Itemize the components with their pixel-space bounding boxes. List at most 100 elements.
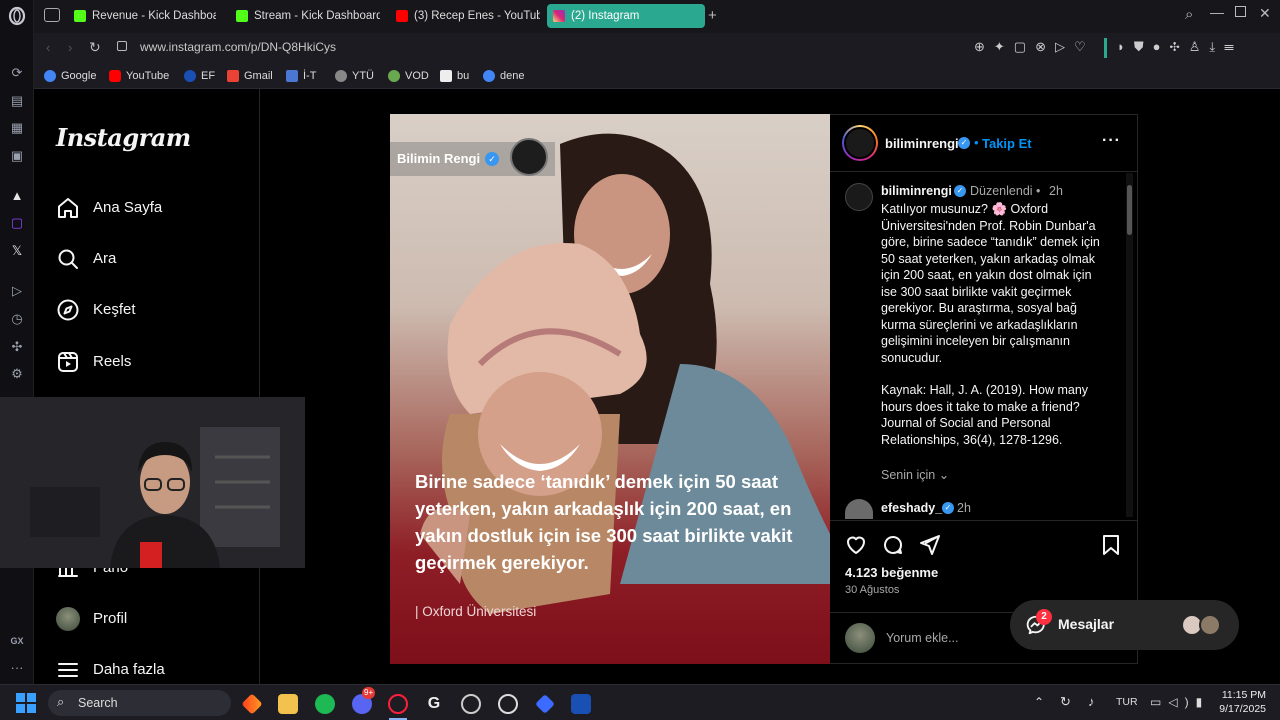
bookmark-google[interactable]: Google [44, 69, 96, 83]
opera-logo-icon[interactable] [7, 6, 27, 26]
x-icon[interactable]: 𝕏 [7, 241, 27, 261]
taskbar-search[interactable]: ⌕ Search [48, 690, 231, 716]
minimize-icon[interactable]: — [1210, 4, 1224, 20]
bookmark-gmail[interactable]: Gmail [227, 69, 273, 83]
extension-icons[interactable]: ◗⛊●✣♙⤓☰ [1117, 39, 1243, 55]
nav-explore[interactable]: Keşfet [56, 295, 136, 325]
scrollbar-thumb[interactable] [1127, 185, 1132, 235]
follow-button[interactable]: Takip Et [982, 136, 1032, 151]
story-ring[interactable] [842, 125, 878, 161]
spotify-icon[interactable] [315, 694, 335, 714]
tab-label: (3) Recep Enes - YouTube [414, 10, 540, 22]
nav-reels[interactable]: Reels [56, 347, 131, 377]
comment-icon[interactable] [881, 533, 905, 557]
share-icon[interactable] [917, 533, 941, 557]
chevron-down-icon: ⌄ [938, 468, 950, 482]
bookmark-youtube[interactable]: YouTube [109, 69, 169, 83]
address-actions[interactable]: ⊕✦▢⊗▷♡ [974, 39, 1095, 55]
comment-input[interactable]: Yorum ekle... [886, 631, 959, 645]
clock-time[interactable]: 11:15 PM [1216, 689, 1266, 701]
history-icon[interactable]: ◷ [7, 309, 27, 329]
more-dots-icon[interactable]: ··· [7, 658, 27, 678]
microphone-icon[interactable]: ♪ [1088, 694, 1095, 709]
player-icon[interactable]: ▷ [7, 281, 27, 301]
tab-instagram[interactable]: (2) Instagram [547, 4, 705, 28]
bookmark-label: YouTube [126, 70, 170, 82]
twitch-icon[interactable]: ▢ [7, 213, 27, 233]
ytu-icon [335, 70, 347, 82]
tab-youtube[interactable]: (3) Recep Enes - YouTube [390, 4, 540, 28]
clock-date[interactable]: 9/17/2025 [1212, 703, 1266, 715]
nav-profile[interactable]: Profil [56, 604, 127, 634]
more-options-icon[interactable]: ··· [1102, 132, 1121, 150]
bookmark-ytu[interactable]: YTÜ [335, 69, 374, 83]
messenger-icon[interactable]: ▣ [7, 146, 27, 166]
instagram-sidebar: Instagram Ana Sayfa Ara Keşfet Reels Pan… [34, 89, 260, 684]
for-you-toggle[interactable]: Senin için ⌄ [881, 467, 949, 482]
forward-icon[interactable]: › [68, 40, 72, 55]
verified-icon: ✓ [485, 152, 499, 166]
nav-label: Keşfet [93, 301, 136, 318]
divider [830, 171, 1138, 172]
maximize-icon[interactable] [1235, 6, 1246, 17]
tray-chevron-icon[interactable]: ⌃ [1034, 695, 1044, 709]
audio-app-icon[interactable] [571, 694, 591, 714]
nav-more[interactable]: Daha fazla [56, 655, 165, 685]
gx-icon[interactable]: GX [7, 631, 27, 651]
tab-label: Revenue - Kick Dashboard [92, 10, 216, 22]
reload-icon[interactable]: ↻ [89, 39, 101, 56]
close-window-icon[interactable]: ✕ [1259, 5, 1271, 22]
likes-count[interactable]: 4.123 beğenme [845, 565, 938, 580]
nav-label: Ana Sayfa [93, 199, 163, 216]
bookmark-bu[interactable]: bu [440, 69, 469, 83]
bookmark-dene[interactable]: dene [483, 69, 524, 83]
back-icon[interactable]: ‹ [46, 40, 50, 55]
tab-stream[interactable]: Stream - Kick Dashboard [230, 4, 380, 28]
bookmark-it[interactable]: İ-T [286, 69, 316, 83]
scrollbar[interactable] [1126, 173, 1133, 517]
network-volume-battery[interactable]: ▭◁)▮ [1150, 695, 1209, 709]
opera-gx-icon[interactable] [388, 694, 408, 714]
header-username[interactable]: biliminrengi [885, 136, 959, 151]
caption-avatar[interactable] [845, 183, 873, 211]
g-hub-icon[interactable]: G [424, 694, 444, 714]
bookmark-label: YTÜ [352, 70, 374, 82]
workspace-icon[interactable]: ▦ [7, 118, 27, 138]
url-field[interactable]: www.instagram.com/p/DN-Q8HkiCys [140, 40, 336, 54]
language-indicator[interactable]: TUR [1116, 696, 1138, 708]
verified-icon: ✓ [942, 502, 954, 514]
update-icon[interactable]: ↻ [1060, 694, 1071, 710]
like-icon[interactable] [844, 533, 868, 557]
post-image[interactable]: Bilimin Rengi ✓ Birine sadece ‘tanıdık’ … [390, 114, 830, 664]
extensions-icon[interactable]: ✣ [7, 337, 27, 357]
search-label: Search [78, 696, 118, 710]
save-icon[interactable] [1099, 533, 1123, 557]
instagram-logo[interactable]: Instagram [56, 123, 191, 152]
google-icon [483, 70, 495, 82]
app-icon[interactable] [535, 694, 555, 714]
nav-search[interactable]: Ara [56, 244, 116, 274]
steam-icon[interactable] [498, 694, 518, 714]
pinboard-icon[interactable]: ▤ [7, 91, 27, 111]
bookmark-ef[interactable]: EF [184, 69, 215, 83]
settings-icon[interactable]: ⚙ [7, 364, 27, 384]
aria-icon[interactable]: ⟳ [7, 63, 27, 83]
new-tab-icon[interactable]: + [708, 7, 717, 24]
obs-icon[interactable] [461, 694, 481, 714]
bookmark-vod[interactable]: VOD [388, 69, 429, 83]
messages-button[interactable]: 2 Mesajlar [1010, 600, 1239, 650]
tab-manager-icon[interactable] [44, 8, 60, 22]
nav-home[interactable]: Ana Sayfa [56, 193, 162, 223]
caption-username[interactable]: biliminrengi [881, 184, 952, 198]
follow-dot: • [974, 135, 979, 150]
comment-avatar[interactable] [845, 499, 873, 519]
app-icon[interactable] [241, 693, 263, 715]
file-explorer-icon[interactable] [278, 694, 298, 714]
divider [830, 520, 1138, 521]
aria-ai-icon[interactable]: ▲ [7, 186, 27, 206]
comment-username[interactable]: efeshady_ [881, 501, 942, 515]
search-tabs-icon[interactable]: ⌕ [1185, 6, 1193, 23]
reels-icon [58, 352, 78, 372]
windows-start-icon[interactable] [16, 693, 36, 713]
tab-revenue[interactable]: Revenue - Kick Dashboard [68, 4, 216, 28]
